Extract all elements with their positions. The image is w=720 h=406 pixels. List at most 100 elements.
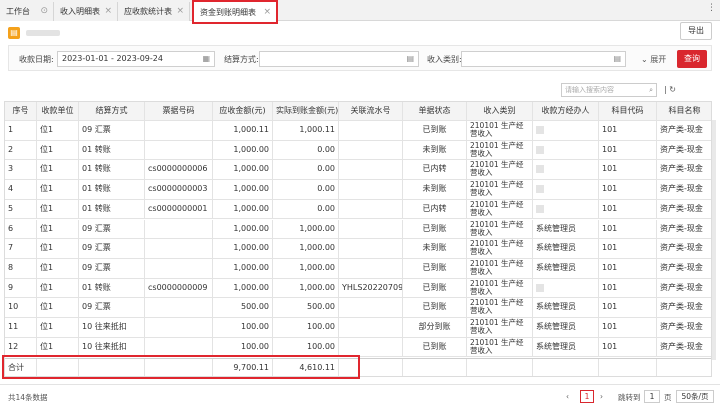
export-button[interactable]: 导出	[680, 22, 712, 40]
tab-income-detail[interactable]: 收入明细表 ×	[54, 2, 118, 21]
table-row[interactable]: 2 位1 01 转账 1,000.00 0.00 未到账 210101 生产经营收入 101 资…	[5, 140, 711, 161]
prev-page-icon[interactable]: ‹	[566, 392, 569, 401]
header-col-subject-code[interactable]: 科目代码	[599, 102, 657, 120]
goto-label: 跳转到	[618, 393, 641, 402]
cell-col-settle-method: 01 转账	[79, 180, 145, 199]
header-col-status[interactable]: 单据状态	[403, 102, 467, 120]
cell-col-receivable: 100.00	[213, 318, 273, 337]
close-icon[interactable]: ×	[176, 2, 184, 21]
page-size-select[interactable]: 50条/页	[676, 390, 714, 403]
table-row[interactable]: 6 位1 09 汇票 1,000.00 1,000.00 已到账 210101 生产经营收入…	[5, 219, 711, 240]
cell-col-subject-code: 101	[599, 199, 657, 219]
table-row[interactable]: 1 位1 09 汇票 1,000.11 1,000.11 已到账 210101 生产经营收入…	[5, 121, 711, 141]
header-col-actual-amount[interactable]: 实际到账金额(元)	[273, 102, 339, 120]
close-icon[interactable]: ×	[263, 2, 271, 23]
cell-col-actual-amount: 1,000.00	[273, 258, 339, 278]
cell-col-settle-method: 01 转账	[79, 199, 145, 219]
cell-col-handler	[533, 278, 599, 298]
cell-col-actual-amount: 500.00	[273, 298, 339, 317]
header-col-receivable[interactable]: 应收金额(元)	[213, 102, 273, 120]
cell-col-subject-code: 101	[599, 239, 657, 258]
cell-col-payer: 位1	[37, 160, 79, 180]
cell-col-subject-name: 资产类-现金	[657, 180, 711, 199]
header-col-index[interactable]: 序号	[5, 102, 37, 120]
vertical-scrollbar[interactable]	[712, 120, 716, 360]
header-col-bill-no[interactable]: 票据号码	[145, 102, 213, 120]
header-col-serial-no[interactable]: 关联流水号	[339, 102, 403, 120]
cell-col-index: 7	[5, 239, 37, 258]
cell-col-category: 210101 生产经营收入	[467, 337, 533, 357]
tab-workbench[interactable]: 工作台 ⊙	[0, 2, 54, 21]
cell-col-subject-code: 101	[599, 337, 657, 357]
cell-col-category: 210101 生产经营收入	[467, 258, 533, 278]
cell-col-status: 未到账	[403, 239, 467, 258]
cell-col-subject-code: 101	[599, 121, 657, 140]
tab-fund-arrival-detail[interactable]: 资金到账明细表 ×	[192, 0, 278, 24]
search-input[interactable]: 请输入搜索内容 ⌕	[561, 83, 657, 97]
cell-col-bill-no	[145, 337, 213, 357]
cell-col-subject-code: 101	[599, 180, 657, 199]
table-row[interactable]: 3 位1 01 转账 cs0000000006 1,000.00 0.00 已内转 21010…	[5, 160, 711, 181]
close-icon[interactable]: ×	[104, 2, 112, 21]
cell-col-category: 210101 生产经营收入	[467, 199, 533, 219]
tab-label: 资金到账明细表	[200, 8, 256, 17]
cell-col-handler: 系统管理员	[533, 239, 599, 258]
cell-col-handler	[533, 140, 599, 160]
refresh-icon[interactable]: | ↻	[664, 85, 676, 94]
expand-toggle[interactable]: ⌄ 展开	[641, 54, 666, 65]
cell-col-receivable: 1,000.00	[213, 219, 273, 239]
cell-col-handler: 系统管理员	[533, 258, 599, 278]
cell-col-subject-name: 资产类-现金	[657, 318, 711, 337]
tab-receivable-stats[interactable]: 应收款统计表 ×	[118, 2, 190, 21]
close-icon[interactable]: ⊙	[40, 2, 48, 21]
cell-col-category: 210101 生产经营收入	[467, 121, 533, 140]
cell-col-payer: 位1	[37, 337, 79, 357]
cell-col-category: 210101 生产经营收入	[467, 180, 533, 199]
redacted-placeholder	[536, 165, 544, 174]
cell-col-receivable: 1,000.00	[213, 239, 273, 258]
search-icon[interactable]: ⌕	[649, 84, 653, 96]
cell-col-index: 11	[5, 318, 37, 337]
cell-col-serial-no	[339, 337, 403, 357]
category-select[interactable]: ▤	[461, 51, 626, 67]
goto-page-input[interactable]: 1	[644, 390, 660, 403]
date-range-input[interactable]: 2023-01-01 - 2023-09-24 ▦	[57, 51, 215, 67]
cell-col-settle-method: 09 汇票	[79, 239, 145, 258]
more-icon[interactable]: ⋮	[707, 3, 716, 13]
cell-col-bill-no	[145, 121, 213, 140]
filter-bar: 收款日期: 2023-01-01 - 2023-09-24 ▦ 结算方式: ▤ 收…	[8, 45, 712, 71]
header-col-handler[interactable]: 收款方经办人	[533, 102, 599, 120]
next-page-icon[interactable]: ›	[600, 392, 603, 401]
cell-col-bill-no	[145, 258, 213, 278]
cell-col-receivable: 500.00	[213, 298, 273, 317]
table-row[interactable]: 7 位1 09 汇票 1,000.00 1,000.00 未到账 210101 生产经营收入…	[5, 239, 711, 259]
cell-col-subject-name: 资产类-现金	[657, 239, 711, 258]
cell-col-status: 已到账	[403, 298, 467, 317]
header-col-settle-method[interactable]: 结算方式	[79, 102, 145, 120]
list-icon: ▤	[613, 54, 621, 63]
cell-col-settle-method: 09 汇票	[79, 219, 145, 239]
query-button[interactable]: 查询	[677, 50, 707, 68]
table-row[interactable]: 8 位1 09 汇票 1,000.00 1,000.00 已到账 210101 生产经营收入…	[5, 258, 711, 279]
table-row[interactable]: 5 位1 01 转账 cs0000000001 1,000.00 0.00 已内转 21010…	[5, 199, 711, 220]
total-empty-cell	[533, 359, 599, 376]
cell-col-receivable: 1,000.00	[213, 199, 273, 219]
cell-col-subject-name: 资产类-现金	[657, 259, 711, 278]
table-row[interactable]: 11 位1 10 往来抵扣 100.00 100.00 部分到账 210101 生产经营收入…	[5, 318, 711, 338]
date-label: 收款日期:	[19, 55, 54, 64]
cell-col-bill-no	[145, 140, 213, 160]
settle-select[interactable]: ▤	[259, 51, 419, 67]
page-number-1[interactable]: 1	[580, 390, 594, 403]
table-row[interactable]: 4 位1 01 转账 cs0000000003 1,000.00 0.00 未到账 21010…	[5, 180, 711, 200]
calendar-icon: ▦	[202, 54, 210, 63]
header-col-payer[interactable]: 收款单位	[37, 102, 79, 120]
table-row[interactable]: 10 位1 09 汇票 500.00 500.00 已到账 210101 生产经营收入 系统管…	[5, 298, 711, 318]
report-icon: ▤	[8, 27, 20, 39]
cell-col-status: 未到账	[403, 140, 467, 160]
table-row[interactable]: 9 位1 01 转账 cs0000000009 1,000.00 1,000.00 YHLS…	[5, 278, 711, 299]
header-col-subject-name[interactable]: 科目名称	[657, 102, 711, 120]
cell-col-index: 4	[5, 180, 37, 199]
header-col-category[interactable]: 收入类别	[467, 102, 533, 120]
cell-col-payer: 位1	[37, 219, 79, 239]
cell-col-settle-method: 10 往来抵扣	[79, 337, 145, 357]
